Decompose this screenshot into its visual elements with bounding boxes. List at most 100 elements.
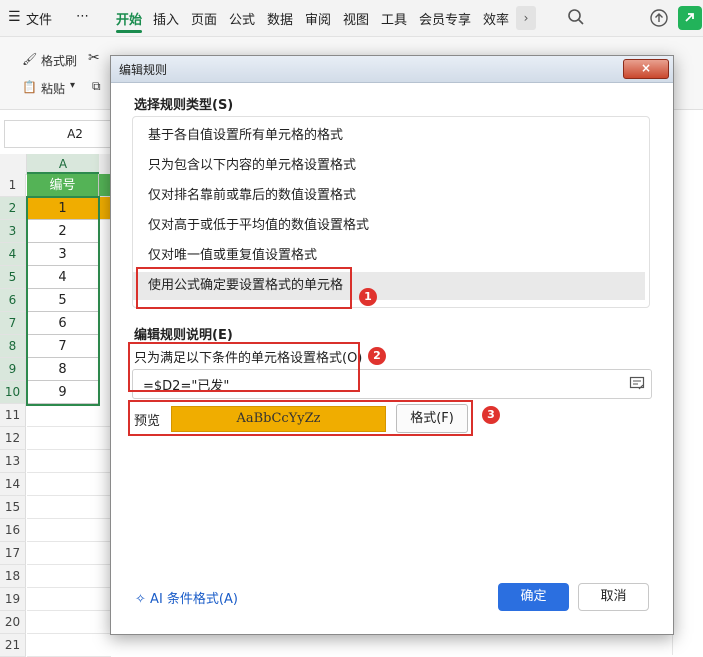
empty-row[interactable]: [27, 611, 111, 634]
callout-badge-2: 2: [368, 347, 386, 365]
chevron-down-icon[interactable]: ▾: [70, 80, 75, 91]
menu-bar: ☰ 文件 ⋯ 开始 插入 页面 公式 数据 审阅 视图 工具 会员专享 效率 ›: [0, 0, 703, 37]
format-painter-button[interactable]: 格式刷: [41, 52, 77, 69]
edit-description-label: 编辑规则说明(E): [134, 328, 233, 343]
ok-button[interactable]: 确定: [498, 583, 569, 611]
empty-row[interactable]: [27, 542, 111, 565]
empty-row[interactable]: [27, 565, 111, 588]
empty-row[interactable]: [27, 519, 111, 542]
cancel-button[interactable]: 取消: [578, 583, 649, 611]
header-cell[interactable]: 编号: [27, 174, 99, 197]
preview-label: 预览: [134, 414, 161, 429]
rule-type-option[interactable]: 基于各自值设置所有单元格的格式: [133, 122, 645, 150]
format-button[interactable]: 格式(F): [396, 404, 468, 433]
row-header[interactable]: 13: [0, 450, 26, 473]
tab-efficiency[interactable]: 效率: [483, 9, 509, 28]
row-header[interactable]: 10: [0, 381, 26, 404]
paste-button[interactable]: 粘贴: [41, 80, 65, 97]
column-header-a[interactable]: A: [27, 154, 99, 174]
row-header[interactable]: 14: [0, 473, 26, 496]
ai-conditional-format-link[interactable]: ✧ AI 条件格式(A): [135, 588, 238, 607]
format-painter-icon: 🖌: [22, 52, 38, 66]
empty-row[interactable]: [27, 588, 111, 611]
empty-row[interactable]: [27, 473, 111, 496]
table-cell[interactable]: 7: [27, 335, 99, 358]
table-cell[interactable]: 1: [27, 197, 99, 220]
row-header[interactable]: 4: [0, 243, 26, 266]
cloud-upload-icon[interactable]: [649, 8, 669, 28]
row-header[interactable]: 6: [0, 289, 26, 312]
tab-data[interactable]: 数据: [267, 9, 293, 28]
callout-badge-1: 1: [359, 288, 377, 306]
format-preview: AaBbCcYyZz: [171, 406, 386, 432]
edit-rule-dialog: 编辑规则 × 选择规则类型(S) 基于各自值设置所有单元格的格式 只为包含以下内…: [110, 55, 674, 635]
row-header[interactable]: 16: [0, 519, 26, 542]
row-header[interactable]: 8: [0, 335, 26, 358]
paste-icon: 📋: [22, 80, 37, 94]
table-cell[interactable]: 3: [27, 243, 99, 266]
row-header[interactable]: 20: [0, 611, 26, 634]
rule-type-option[interactable]: 仅对高于或低于平均值的数值设置格式: [133, 212, 645, 240]
tab-review[interactable]: 审阅: [305, 9, 331, 28]
rule-type-option-selected[interactable]: 使用公式确定要设置格式的单元格: [133, 272, 645, 300]
row-header[interactable]: 15: [0, 496, 26, 519]
condition-label: 只为满足以下条件的单元格设置格式(O): [134, 351, 363, 366]
table-cell[interactable]: 6: [27, 312, 99, 335]
close-button[interactable]: ×: [623, 59, 669, 79]
table-cell[interactable]: 2: [27, 220, 99, 243]
tab-home[interactable]: 开始: [116, 9, 142, 28]
row-header[interactable]: 1: [0, 174, 26, 197]
empty-row[interactable]: [27, 427, 111, 450]
row-header[interactable]: 9: [0, 358, 26, 381]
table-cell[interactable]: 5: [27, 289, 99, 312]
tab-insert[interactable]: 插入: [153, 9, 179, 28]
row-header[interactable]: 17: [0, 542, 26, 565]
tab-view[interactable]: 视图: [343, 9, 369, 28]
chevron-right-icon[interactable]: ›: [516, 6, 536, 30]
empty-row[interactable]: [27, 634, 111, 657]
share-button[interactable]: [678, 6, 702, 30]
tab-page[interactable]: 页面: [191, 9, 217, 28]
tab-member[interactable]: 会员专享: [419, 9, 471, 28]
row-header[interactable]: 19: [0, 588, 26, 611]
copy-icon[interactable]: ⧉: [92, 79, 101, 94]
row-header[interactable]: 2: [0, 197, 26, 220]
hamburger-icon[interactable]: ☰: [8, 9, 21, 25]
range-select-icon[interactable]: [629, 375, 645, 391]
grid-right-area[interactable]: [672, 154, 703, 655]
rule-type-list[interactable]: 基于各自值设置所有单元格的格式 只为包含以下内容的单元格设置格式 仅对排名靠前或…: [132, 116, 650, 308]
row-header[interactable]: 5: [0, 266, 26, 289]
tab-formula[interactable]: 公式: [229, 9, 255, 28]
file-menu[interactable]: 文件: [26, 9, 52, 28]
cut-icon[interactable]: ✂: [88, 50, 100, 66]
tab-tools[interactable]: 工具: [381, 9, 407, 28]
empty-row[interactable]: [27, 450, 111, 473]
dialog-title: 编辑规则: [119, 63, 168, 77]
more-menu[interactable]: ⋯: [76, 9, 89, 24]
select-all-corner[interactable]: [0, 154, 27, 175]
row-header[interactable]: 12: [0, 427, 26, 450]
callout-badge-3: 3: [482, 406, 500, 424]
empty-row[interactable]: [27, 496, 111, 519]
rule-type-option[interactable]: 只为包含以下内容的单元格设置格式: [133, 152, 645, 180]
row-header[interactable]: 11: [0, 404, 26, 427]
search-icon[interactable]: [567, 8, 585, 26]
row-header[interactable]: 18: [0, 565, 26, 588]
row-header[interactable]: 21: [0, 634, 26, 657]
active-tab-indicator: [116, 30, 142, 33]
row-header[interactable]: 7: [0, 312, 26, 335]
dialog-titlebar[interactable]: 编辑规则 ×: [111, 56, 673, 83]
ai-sparkle-icon: ✧: [135, 592, 146, 607]
rule-type-option[interactable]: 仅对排名靠前或靠后的数值设置格式: [133, 182, 645, 210]
rule-type-label: 选择规则类型(S): [134, 98, 234, 113]
ai-link-label: AI 条件格式(A): [150, 592, 238, 607]
rule-type-option[interactable]: 仅对唯一值或重复值设置格式: [133, 242, 645, 270]
table-cell[interactable]: 4: [27, 266, 99, 289]
formula-input[interactable]: =$D2="已发": [132, 369, 652, 399]
table-cell[interactable]: 8: [27, 358, 99, 381]
formula-value: =$D2="已发": [143, 379, 230, 394]
row-header[interactable]: 3: [0, 220, 26, 243]
share-icon: [685, 13, 694, 22]
empty-row[interactable]: [27, 404, 111, 427]
table-cell[interactable]: 9: [27, 381, 99, 404]
